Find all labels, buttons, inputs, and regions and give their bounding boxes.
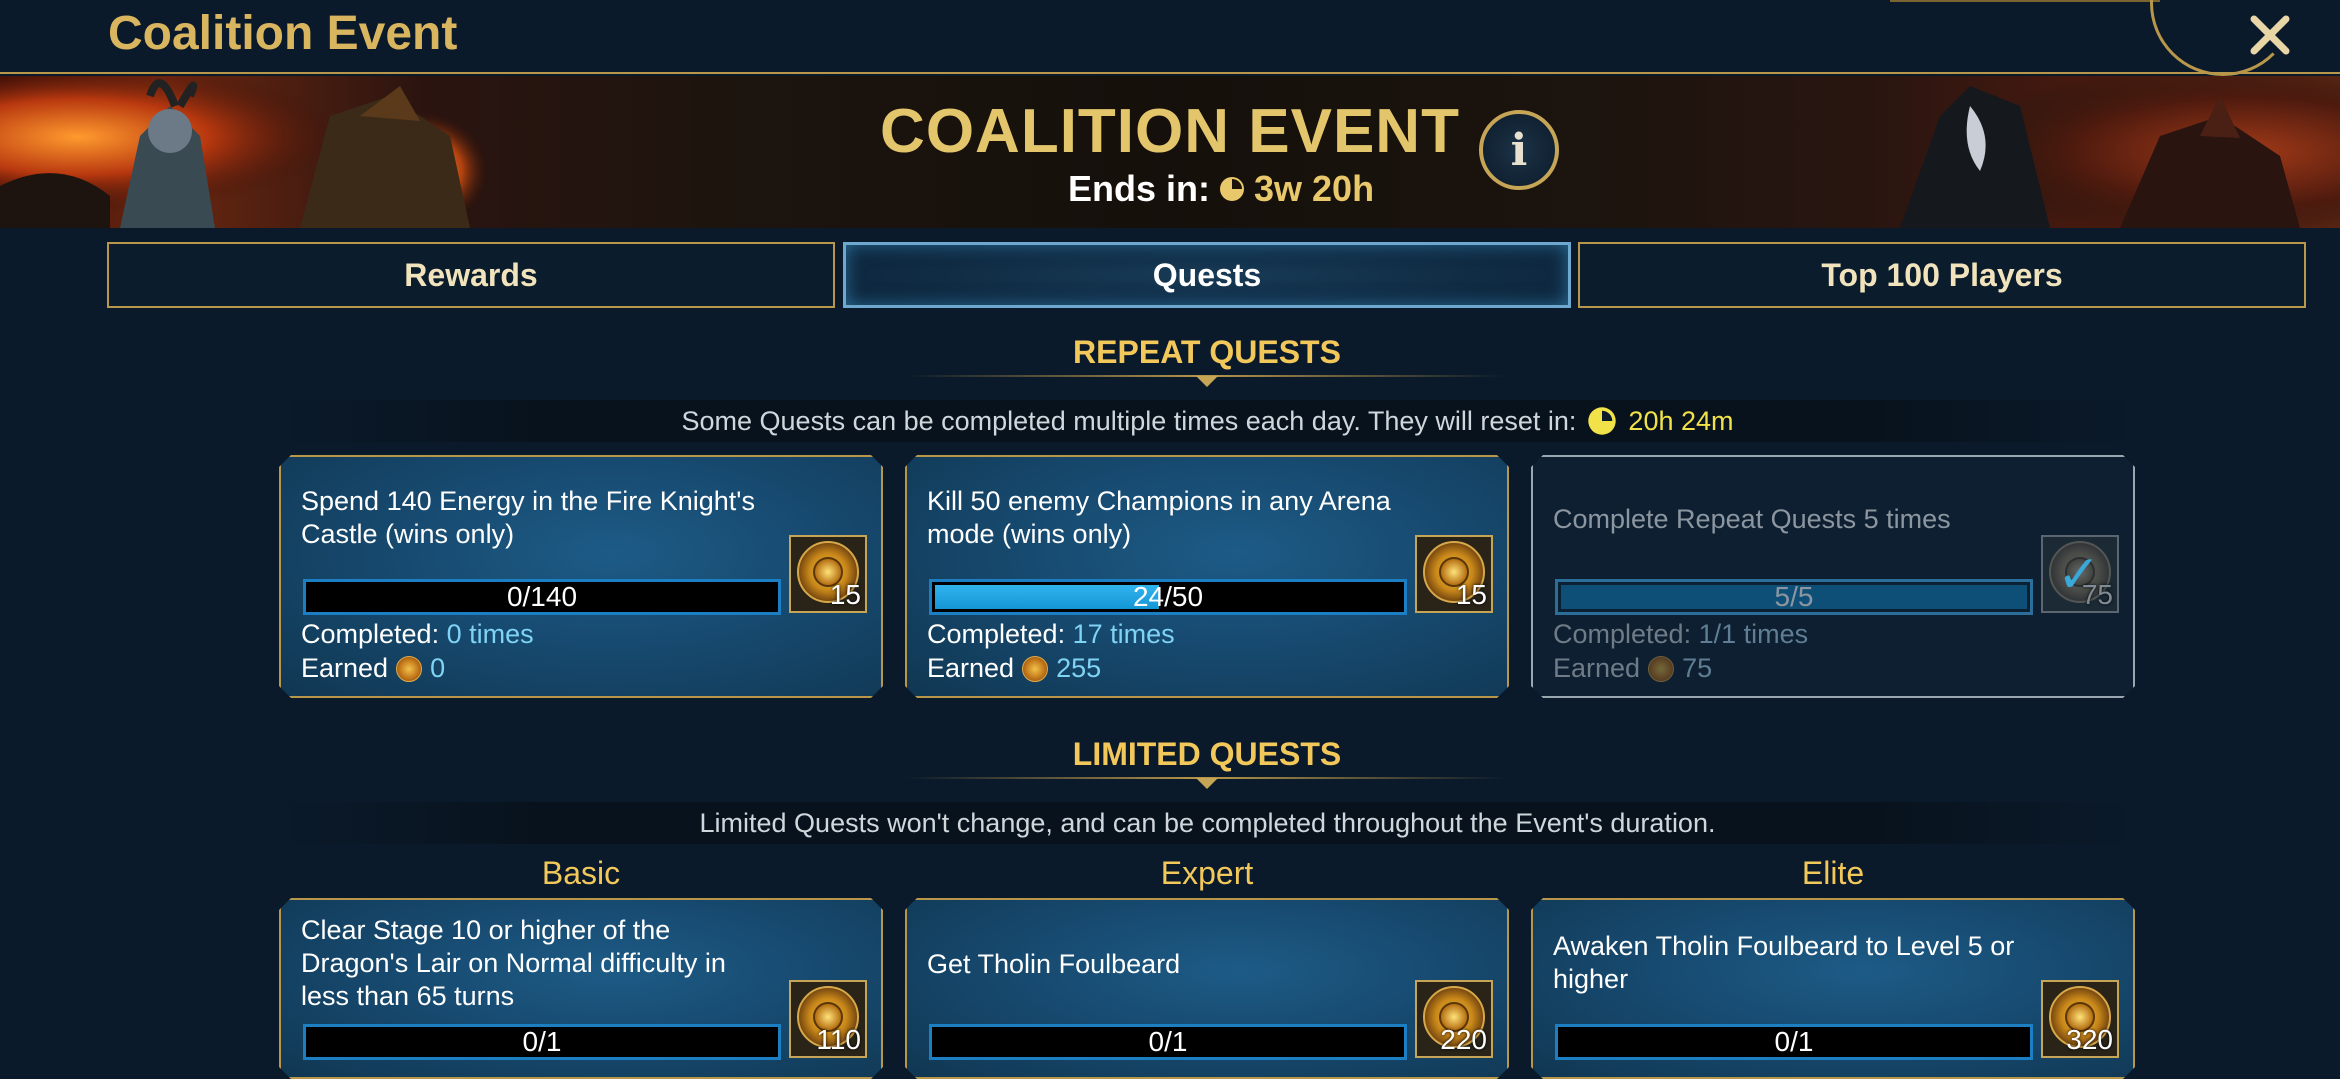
tier-label-expert: Expert <box>1160 855 1254 891</box>
quest-description: Get Tholin Foulbeard <box>927 949 1181 979</box>
event-banner: COALITION EVENT Ends in: 3w 20h i <box>0 76 2340 228</box>
repeat-info-text: Some Quests can be completed multiple ti… <box>681 405 1577 436</box>
section-divider-arrow <box>1196 376 1218 387</box>
tab-label: Rewards <box>404 256 538 293</box>
reward-points: 75 <box>2081 579 2113 610</box>
earned-label: Earned <box>927 653 1015 683</box>
progress-text: 0/1 <box>1774 1026 1814 1057</box>
event-info-button[interactable]: i <box>1479 110 1559 190</box>
completed-value: 17 times <box>1072 619 1175 649</box>
earned-value: 255 <box>1056 653 1102 683</box>
quest-progress-bar: 5/5 <box>1555 579 2033 615</box>
quest-reward: 220 <box>1415 980 1493 1058</box>
close-icon <box>2250 15 2290 55</box>
progress-text: 0/140 <box>506 581 578 612</box>
quest-description: Spend 140 Energy in the Fire Knight's Ca… <box>301 486 755 549</box>
quest-progress-bar: 0/1 <box>929 1024 1407 1060</box>
limited-quest-card[interactable]: Awaken Tholin Foulbeard to Level 5 or hi… <box>1531 898 2135 1079</box>
window-title: Coalition Event <box>108 7 458 60</box>
limited-quest-card[interactable]: Get Tholin Foulbeard 220 0/1 <box>905 898 1509 1079</box>
quest-description: Kill 50 enemy Champions in any Arena mod… <box>927 486 1391 549</box>
completed-count: Completed: 1/1 times <box>1553 619 1808 650</box>
limited-quests-heading: LIMITED QUESTS <box>1072 736 1342 772</box>
banner-title: COALITION EVENT <box>880 97 1460 166</box>
reset-timer: 20h 24m <box>1628 405 1734 436</box>
reward-points: 110 <box>816 1024 861 1055</box>
tab-label: Top 100 Players <box>1821 256 2063 293</box>
quest-progress-bar: 0/1 <box>1555 1024 2033 1060</box>
completed-value: 0 times <box>446 619 534 649</box>
progress-text: 5/5 <box>1774 581 1814 612</box>
earned-points: Earned 75 <box>1553 653 1712 684</box>
limited-quests-info: Limited Quests won't change, and can be … <box>270 802 2145 844</box>
clock-icon <box>1588 407 1617 435</box>
tab-rewards[interactable]: Rewards <box>107 242 835 308</box>
event-ends-in: Ends in: 3w 20h <box>1068 168 1374 210</box>
tab-label: Quests <box>1152 256 1262 293</box>
quest-description: Awaken Tholin Foulbeard to Level 5 or hi… <box>1553 931 2015 994</box>
window-title-bar: Coalition Event <box>0 0 2340 76</box>
quest-progress-bar: 0/1 <box>303 1024 781 1060</box>
completed-label: Completed: <box>1553 619 1692 649</box>
quest-description: Complete Repeat Quests 5 times <box>1553 504 1951 534</box>
reward-points: 220 <box>1440 1024 1487 1055</box>
coin-icon <box>396 656 422 682</box>
completed-count: Completed: 0 times <box>301 619 534 650</box>
limited-info-text: Limited Quests won't change, and can be … <box>699 807 1716 838</box>
tier-label-elite: Elite <box>1801 855 1865 891</box>
quest-progress-bar: 24/50 <box>929 579 1407 615</box>
quest-reward: 15 <box>789 535 867 613</box>
repeat-quest-card[interactable]: Spend 140 Energy in the Fire Knight's Ca… <box>279 455 883 698</box>
completed-count: Completed: 17 times <box>927 619 1175 650</box>
close-button[interactable] <box>2240 4 2300 66</box>
quest-reward: ✓ 75 <box>2041 535 2119 613</box>
earned-value: 75 <box>1682 653 1713 683</box>
quest-reward: 15 <box>1415 535 1493 613</box>
completed-label: Completed: <box>927 619 1066 649</box>
section-divider-arrow <box>1196 778 1218 789</box>
progress-text: 0/1 <box>522 1026 562 1057</box>
progress-text: 0/1 <box>1148 1026 1188 1057</box>
quest-reward: 320 <box>2041 980 2119 1058</box>
repeat-quest-card[interactable]: Kill 50 enemy Champions in any Arena mod… <box>905 455 1509 698</box>
limited-quest-card[interactable]: Clear Stage 10 or higher of the Dragon's… <box>279 898 883 1079</box>
quest-reward: 110 <box>789 980 867 1058</box>
tab-quests[interactable]: Quests <box>843 242 1571 308</box>
completed-value: 1/1 times <box>1698 619 1809 649</box>
tier-label-basic: Basic <box>541 855 621 891</box>
quest-progress-bar: 0/140 <box>303 579 781 615</box>
repeat-quests-heading: REPEAT QUESTS <box>1073 334 1341 370</box>
ends-in-time: 3w 20h <box>1254 168 1375 209</box>
earned-label: Earned <box>1553 653 1641 683</box>
repeat-quest-card-completed[interactable]: Complete Repeat Quests 5 times 5/5 ✓ 75 … <box>1531 455 2135 698</box>
progress-text: 24/50 <box>1132 581 1204 612</box>
ends-in-label: Ends in: <box>1068 168 1210 209</box>
quest-description: Clear Stage 10 or higher of the Dragon's… <box>301 915 726 1011</box>
earned-points: Earned 255 <box>927 653 1101 684</box>
reward-points: 15 <box>829 579 861 610</box>
tab-top-100-players[interactable]: Top 100 Players <box>1578 242 2306 308</box>
reward-points: 320 <box>2066 1024 2113 1055</box>
clock-icon <box>1220 177 1244 201</box>
earned-value: 0 <box>430 653 446 683</box>
repeat-quests-info: Some Quests can be completed multiple ti… <box>270 400 2145 442</box>
earned-label: Earned <box>301 653 389 683</box>
title-bar-ornament-line <box>1890 0 2160 2</box>
reward-points: 15 <box>1455 579 1487 610</box>
earned-points: Earned 0 <box>301 653 445 684</box>
completed-label: Completed: <box>301 619 440 649</box>
coin-icon <box>1022 656 1048 682</box>
coin-icon <box>1648 656 1674 682</box>
info-icon: i <box>1510 124 1528 176</box>
